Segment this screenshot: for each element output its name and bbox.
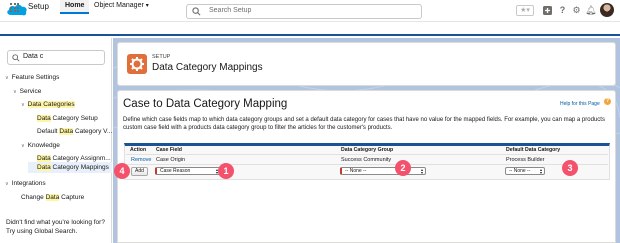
nav-bar [0, 22, 620, 36]
global-search-input[interactable]: Search Setup [186, 4, 422, 19]
page-title: Case to Data Category Mapping [123, 98, 288, 110]
tree-label-highlight: Data [37, 164, 51, 171]
case-field-value: Case Origin [156, 157, 186, 163]
search-icon [12, 54, 20, 62]
tree-label-highlight: Data Categories [27, 101, 75, 108]
help-icon[interactable]: ? [557, 5, 568, 16]
data-category-group-value: Success Community [341, 157, 392, 163]
tree-knowledge[interactable]: ∨ Knowledge [21, 142, 60, 149]
tree-service[interactable]: ∨ Service [13, 88, 41, 95]
tree-label: Capture [59, 194, 85, 201]
tab-object-manager-label: Object Manager [94, 2, 144, 9]
tab-home-label: Home [65, 2, 85, 9]
chevron-down-icon[interactable]: ▾ [146, 3, 149, 9]
chevron-down-icon: ∨ [5, 75, 9, 81]
tree-feature-settings[interactable]: ∨ Feature Settings [5, 74, 59, 81]
callout-4: 4 [114, 163, 130, 179]
column-header-action: Action [130, 147, 147, 153]
search-placeholder: Search Setup [209, 7, 252, 14]
search-icon [192, 7, 201, 16]
sidebar-footer-line: Didn't find what you're looking for? [6, 219, 105, 226]
callout-1: 1 [218, 163, 234, 179]
favorites-icon[interactable]: ★▾ [516, 5, 534, 16]
divider [126, 164, 608, 165]
tree-label: Change [21, 194, 46, 201]
default-data-category-select[interactable]: -- None -- ▴ ▾ [505, 167, 545, 175]
tree-label: Category V... [73, 128, 113, 135]
add-icon[interactable] [542, 5, 553, 16]
tab-object-manager[interactable]: Object Manager ▾ [94, 2, 149, 9]
tree-label-highlight: Data [37, 155, 51, 162]
tree-label: Default [37, 128, 60, 135]
tree-label: Feature Settings [11, 74, 60, 81]
add-button[interactable]: Add [131, 167, 148, 176]
chevron-down-icon: ∨ [21, 143, 25, 149]
gear-icon [127, 54, 147, 74]
callout-3: 3 [562, 160, 578, 176]
divider [126, 154, 608, 155]
tree-label-highlight: Data [45, 194, 60, 201]
settings-icon[interactable]: ⚙ [571, 5, 582, 16]
data-category-group-select-value: -- None -- [345, 168, 367, 174]
sidebar-footer-line: Try using Global Search. [6, 228, 78, 235]
quick-find-input[interactable]: Data c [7, 50, 105, 65]
tree-data-category-assignments[interactable]: Data Category Assignm... [37, 155, 111, 162]
tree-label-highlight: Data [37, 115, 51, 122]
select-arrows-icon: ▴ ▾ [539, 167, 542, 175]
select-arrows-icon: ▴ ▾ [420, 167, 423, 175]
notifications-icon[interactable]: 🔔︎ [585, 5, 596, 16]
app-name: Setup [28, 2, 49, 11]
tree-data-category-setup[interactable]: Data Category Setup [37, 115, 98, 122]
tree-default-data-category-visibility[interactable]: Default Data Category V... [37, 128, 112, 135]
default-data-category-select-value: -- None -- [509, 168, 531, 174]
tab-home[interactable]: Home [60, 0, 90, 14]
setup-header-subtitle: SETUP [152, 54, 171, 60]
help-link[interactable]: Help for this Page [560, 101, 600, 107]
column-header-default-data-category: Default Data Category [506, 147, 561, 153]
case-field-select-value: Case Reason [160, 168, 191, 174]
default-data-category-value: Process Builder [506, 157, 545, 163]
tree-change-data-capture[interactable]: Change Data Capture [21, 194, 84, 201]
column-header-data-category-group: Data Category Group [341, 147, 394, 153]
tree-label: Integrations [11, 180, 46, 187]
column-header-case-field: Case Field [156, 147, 182, 153]
quick-find-value: Data c [23, 53, 44, 60]
chevron-down-icon: ∨ [21, 102, 25, 108]
sidebar-footer: Didn't find what you're looking for? Try… [6, 218, 105, 236]
chevron-down-icon: ∨ [5, 181, 9, 187]
tree-data-categories[interactable]: ∨ Data Categories [21, 101, 75, 108]
tree-label: Service [19, 88, 42, 95]
chevron-down-icon: ∨ [13, 89, 17, 95]
tree-label: Category Assignm... [50, 155, 111, 162]
app-launcher-icon[interactable] [10, 3, 19, 12]
avatar[interactable] [600, 3, 614, 17]
tree-integrations[interactable]: ∨ Integrations [5, 180, 46, 187]
tree-label-highlight: Data [59, 128, 74, 135]
remove-link[interactable]: Remove [131, 157, 151, 163]
setup-sidebar [0, 38, 112, 243]
page-description: Define which case fields map to which da… [123, 117, 605, 131]
help-icon[interactable]: ? [604, 98, 611, 105]
setup-header-title: Data Category Mappings [152, 62, 263, 73]
tree-data-category-mappings[interactable]: Data Category Mappings [37, 164, 109, 171]
tree-label: Knowledge [27, 142, 60, 149]
callout-2: 2 [395, 160, 411, 176]
tree-label: Category Mappings [50, 164, 109, 171]
data-category-group-select[interactable]: -- None -- ▴ ▾ [340, 167, 426, 175]
tree-label: Category Setup [50, 115, 98, 122]
case-field-select[interactable]: Case Reason ▴ ▾ [155, 167, 221, 175]
